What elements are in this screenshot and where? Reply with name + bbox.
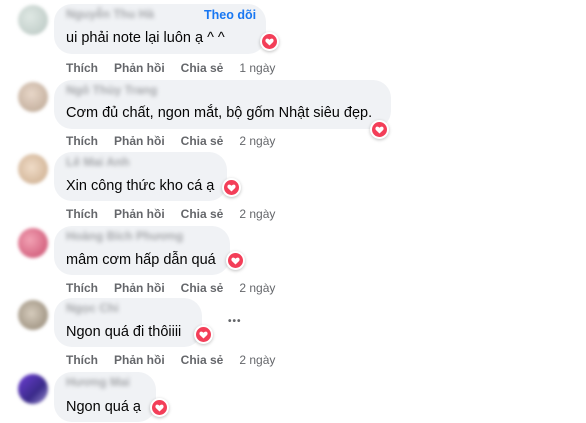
comment-time[interactable]: 2 ngày xyxy=(239,353,275,367)
comment-author[interactable]: Ngô Thùy Trang xyxy=(66,83,157,97)
reply-button[interactable]: Phản hồi xyxy=(114,61,165,75)
comment-bubble: Hoàng Bích Phương mâm cơm hấp dẫn quá xyxy=(54,226,230,275)
like-button[interactable]: Thích xyxy=(66,281,98,295)
reply-button[interactable]: Phản hồi xyxy=(114,134,165,148)
comment-author[interactable]: Hoàng Bích Phương xyxy=(66,229,183,243)
share-button[interactable]: Chia sẻ xyxy=(181,281,224,295)
reply-button[interactable]: Phản hồi xyxy=(114,281,165,295)
heart-icon xyxy=(262,34,277,49)
comment-bubble: Nguyễn Thu Hà Theo dõi ui phải note lại … xyxy=(54,4,266,54)
like-button[interactable]: Thích xyxy=(66,134,98,148)
comment-text: mâm cơm hấp dẫn quá xyxy=(66,252,216,268)
heart-reaction-badge[interactable] xyxy=(226,251,245,270)
comment-actions: Thích Phản hồi Chia sẻ 1 ngày xyxy=(66,61,275,75)
comment-time[interactable]: 2 ngày xyxy=(239,207,275,221)
share-button[interactable]: Chia sẻ xyxy=(181,134,224,148)
comment-actions: Thích Phản hồi Chia sẻ 2 ngày xyxy=(66,353,275,367)
heart-reaction-badge[interactable] xyxy=(194,325,213,344)
comment-text: ui phải note lại luôn ạ ^ ^ xyxy=(66,30,225,46)
avatar[interactable] xyxy=(18,5,48,35)
heart-icon xyxy=(224,180,239,195)
comment-text: Ngon quá đi thôiiii xyxy=(66,324,182,340)
heart-reaction-badge[interactable] xyxy=(150,398,169,417)
like-button[interactable]: Thích xyxy=(66,207,98,221)
comment-time[interactable]: 1 ngày xyxy=(239,61,275,75)
reply-button[interactable]: Phản hồi xyxy=(114,207,165,221)
heart-icon xyxy=(372,122,387,137)
comment-author[interactable]: Ngọc Chi xyxy=(66,301,119,315)
comment-actions: Thích Phản hồi Chia sẻ 2 ngày xyxy=(66,134,275,148)
follow-link[interactable]: Theo dõi xyxy=(204,8,256,22)
reply-button[interactable]: Phản hồi xyxy=(114,353,165,367)
heart-icon xyxy=(228,253,243,268)
comment-text: Ngon quá ạ xyxy=(66,399,141,415)
more-options-button[interactable]: ••• xyxy=(228,316,242,327)
share-button[interactable]: Chia sẻ xyxy=(181,207,224,221)
comment-bubble: Lê Mai Anh Xin công thức kho cá ạ xyxy=(54,152,227,201)
avatar[interactable] xyxy=(18,82,48,112)
comment-actions: Thích Phản hồi Chia sẻ 2 ngày xyxy=(66,281,275,295)
avatar[interactable] xyxy=(18,228,48,258)
comment-bubble: Ngọc Chi Ngon quá đi thôiiii xyxy=(54,298,202,347)
avatar[interactable] xyxy=(18,374,48,404)
share-button[interactable]: Chia sẻ xyxy=(181,353,224,367)
avatar[interactable] xyxy=(18,300,48,330)
comment-author[interactable]: Nguyễn Thu Hà xyxy=(66,7,154,21)
comment-time[interactable]: 2 ngày xyxy=(239,281,275,295)
like-button[interactable]: Thích xyxy=(66,353,98,367)
heart-icon xyxy=(152,400,167,415)
comment-text: Xin công thức kho cá ạ xyxy=(66,178,215,194)
comment-author[interactable]: Hương Mai xyxy=(66,375,130,389)
comment-time[interactable]: 2 ngày xyxy=(239,134,275,148)
heart-reaction-badge[interactable] xyxy=(260,32,279,51)
comment-text: Cơm đủ chất, ngon mắt, bộ gốm Nhật siêu … xyxy=(66,105,373,121)
comment-bubble: Hương Mai Ngon quá ạ xyxy=(54,372,156,422)
avatar[interactable] xyxy=(18,154,48,184)
comment-author[interactable]: Lê Mai Anh xyxy=(66,155,130,169)
like-button[interactable]: Thích xyxy=(66,61,98,75)
comment-bubble: Ngô Thùy Trang Cơm đủ chất, ngon mắt, bộ… xyxy=(54,80,391,129)
heart-reaction-badge[interactable] xyxy=(222,178,241,197)
share-button[interactable]: Chia sẻ xyxy=(181,61,224,75)
heart-reaction-badge[interactable] xyxy=(370,120,389,139)
heart-icon xyxy=(196,327,211,342)
comment-actions: Thích Phản hồi Chia sẻ 2 ngày xyxy=(66,207,275,221)
